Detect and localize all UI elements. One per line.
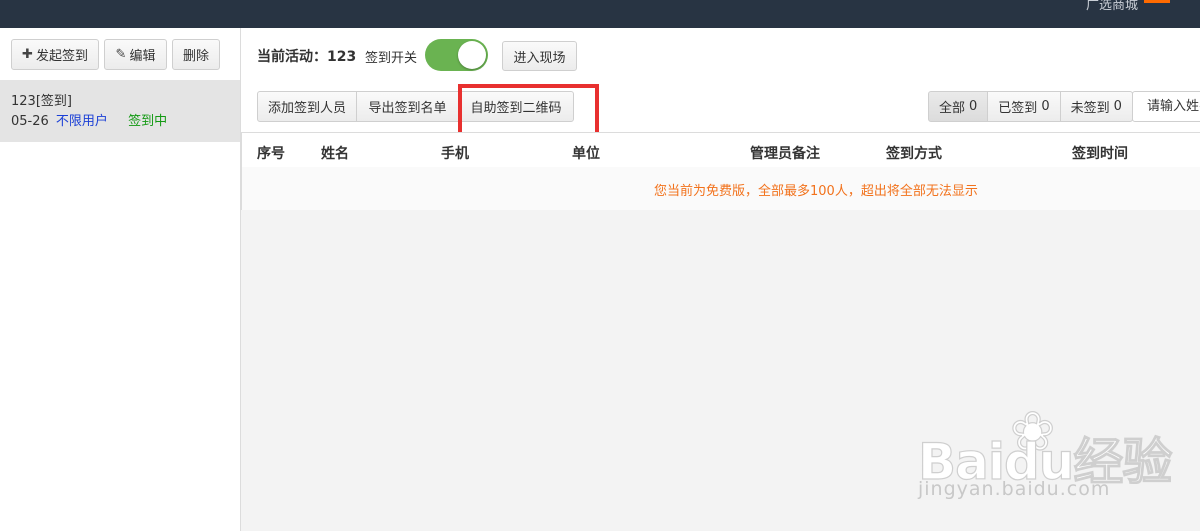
main-header: 当前活动：123 签到开关 进入现场 添加签到人员 导出签到名单 自助签到二维码… — [241, 28, 1200, 137]
edit-icon: ✎ — [115, 47, 127, 62]
delete-label: 删除 — [182, 49, 209, 64]
edit-button[interactable]: ✎ 编辑 — [104, 39, 167, 70]
column-header: 管理员备注 — [750, 146, 820, 162]
filter-all-label: 全部 — [939, 101, 966, 116]
column-header: 姓名 — [321, 146, 349, 162]
column-header: 单位 — [572, 146, 600, 162]
column-header: 序号 — [257, 146, 285, 162]
start-checkin-label: 发起签到 — [35, 49, 88, 64]
top-accent — [1144, 0, 1170, 3]
column-header: 签到时间 — [1072, 146, 1128, 162]
table-header: 序号 姓名 手机 单位 管理员备注 签到方式 签到时间 — [242, 133, 1200, 167]
qr-code-button[interactable]: 自助签到二维码 — [458, 91, 574, 122]
current-activity-label: 当前活动： — [257, 49, 327, 65]
main-panel: 当前活动：123 签到开关 进入现场 添加签到人员 导出签到名单 自助签到二维码… — [241, 28, 1200, 531]
filter-checked-count: 0 — [1041, 99, 1050, 114]
table-row: 您当前为免费版，全部最多100人，超出将全部无法显示 — [242, 167, 1200, 210]
checkin-switch-toggle[interactable] — [425, 39, 488, 71]
checkin-switch-label: 签到开关 — [365, 51, 418, 66]
filter-tabs: 全部 0 已签到 0 未签到 0 — [928, 91, 1133, 122]
plus-icon: ✚ — [22, 47, 33, 62]
filter-checked-tab[interactable]: 已签到 0 — [987, 91, 1061, 122]
filter-all-tab[interactable]: 全部 0 — [928, 91, 989, 122]
start-checkin-button[interactable]: ✚ 发起签到 — [11, 39, 99, 70]
sidebar: ✚ 发起签到 ✎ 编辑 删除 123[签到] 05-26 不限用户 签到中 — [0, 28, 241, 531]
activity-status: 签到中 — [128, 114, 168, 129]
add-attendee-button[interactable]: 添加签到人员 — [257, 91, 357, 122]
activity-date: 05-26 — [11, 114, 49, 129]
current-activity-value: 123 — [327, 49, 357, 65]
filter-all-count: 0 — [969, 99, 978, 114]
edit-label: 编辑 — [129, 49, 156, 64]
filter-unchecked-label: 未签到 — [1070, 101, 1110, 116]
activity-users: 不限用户 — [55, 114, 108, 129]
toggle-knob — [458, 41, 486, 69]
activity-title: 123[签到] — [11, 94, 72, 109]
activity-list-item[interactable]: 123[签到] 05-26 不限用户 签到中 — [0, 80, 240, 142]
sidebar-toolbar: ✚ 发起签到 ✎ 编辑 删除 — [11, 39, 220, 70]
current-activity: 当前活动：123 — [257, 46, 356, 66]
attendee-table: 序号 姓名 手机 单位 管理员备注 签到方式 签到时间 您当前为免费版，全部最多… — [241, 132, 1200, 210]
export-list-button[interactable]: 导出签到名单 — [356, 91, 459, 122]
top-bar: 广选商城 — [0, 0, 1200, 28]
free-version-notice: 您当前为免费版，全部最多100人，超出将全部无法显示 — [654, 184, 978, 199]
delete-button[interactable]: 删除 — [172, 39, 220, 70]
column-header: 签到方式 — [886, 146, 942, 162]
column-header: 手机 — [441, 146, 469, 162]
filter-unchecked-count: 0 — [1113, 99, 1122, 114]
store-link[interactable]: 广选商城 — [1086, 0, 1138, 13]
action-button-group: 添加签到人员 导出签到名单 自助签到二维码 — [257, 91, 574, 122]
enter-scene-button[interactable]: 进入现场 — [502, 41, 577, 71]
name-search-input[interactable] — [1132, 91, 1200, 122]
filter-checked-label: 已签到 — [998, 101, 1038, 116]
filter-unchecked-tab[interactable]: 未签到 0 — [1059, 91, 1133, 122]
